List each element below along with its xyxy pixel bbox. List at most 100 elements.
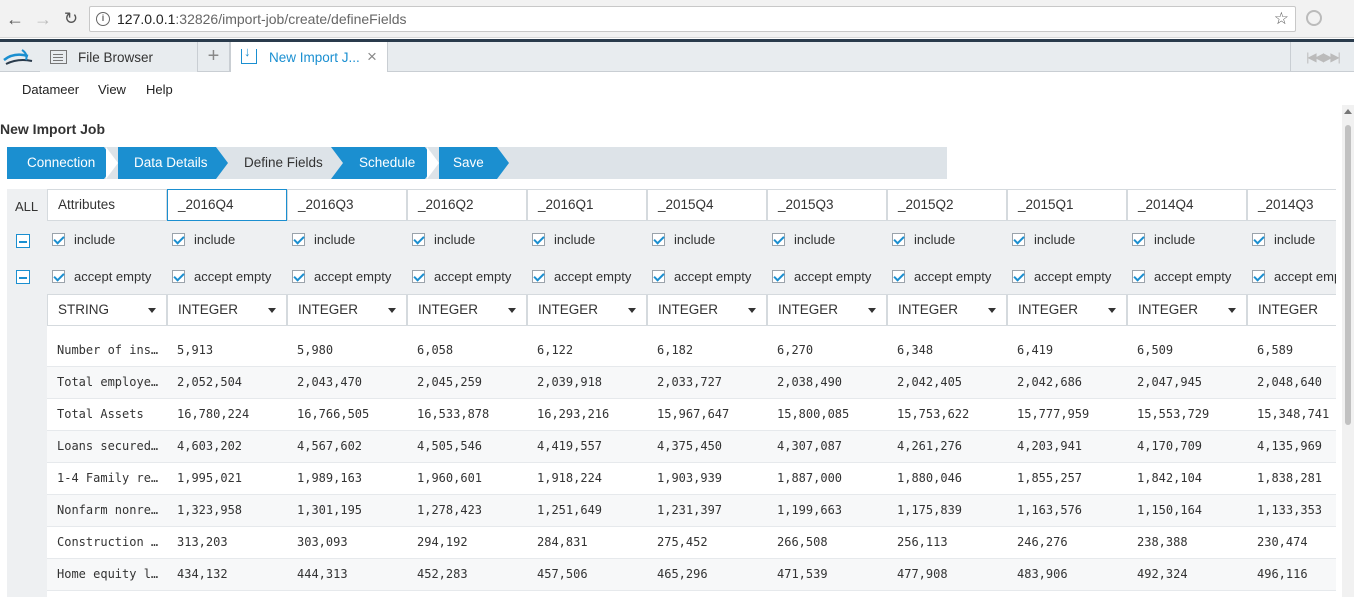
checkbox-checked-icon[interactable] [1132, 270, 1145, 283]
url-text[interactable]: 127.0.0.1:32826/import-job/create/define… [117, 11, 407, 27]
type-select[interactable]: INTEGER [767, 294, 887, 326]
accept-empty-checkbox[interactable]: accept empty [289, 262, 407, 292]
datameer-logo-icon[interactable] [2, 46, 36, 68]
checkbox-checked-icon[interactable] [892, 270, 905, 283]
type-select[interactable]: INTEGER [1247, 294, 1336, 326]
checkbox-checked-icon[interactable] [772, 270, 785, 283]
column-header[interactable]: _2015Q1 [1007, 189, 1127, 221]
chevron-down-icon[interactable] [1228, 308, 1236, 313]
accept-empty-checkbox[interactable]: accept empty [889, 262, 1007, 292]
include-checkbox[interactable]: include [889, 225, 1007, 255]
checkbox-checked-icon[interactable] [292, 233, 305, 246]
menu-datameer[interactable]: Datameer [22, 82, 79, 97]
checkbox-checked-icon[interactable] [172, 270, 185, 283]
accept-empty-checkbox[interactable]: accept empty [769, 262, 887, 292]
accept-empty-checkbox[interactable]: accept empty [1249, 262, 1336, 292]
include-checkbox[interactable]: include [169, 225, 287, 255]
chevron-down-icon[interactable] [1108, 308, 1116, 313]
type-select[interactable]: INTEGER [527, 294, 647, 326]
include-checkbox[interactable]: include [529, 225, 647, 255]
type-select[interactable]: INTEGER [1127, 294, 1247, 326]
reload-icon[interactable]: ↻ [60, 8, 82, 30]
step-save[interactable]: Save [439, 147, 497, 179]
chevron-down-icon[interactable] [388, 308, 396, 313]
bookmark-star-icon[interactable]: ☆ [1274, 9, 1289, 29]
vertical-scrollbar[interactable] [1342, 105, 1354, 597]
checkbox-checked-icon[interactable] [292, 270, 305, 283]
checkbox-checked-icon[interactable] [172, 233, 185, 246]
tab-new-import-job[interactable]: New Import J... × [230, 42, 388, 72]
info-icon[interactable]: i [96, 12, 110, 26]
scroll-up-icon[interactable] [1344, 109, 1352, 114]
include-checkbox[interactable]: include [49, 225, 167, 255]
menu-help[interactable]: Help [146, 82, 173, 97]
checkbox-checked-icon[interactable] [892, 233, 905, 246]
checkbox-checked-icon[interactable] [52, 270, 65, 283]
checkbox-checked-icon[interactable] [1252, 233, 1265, 246]
tab-file-browser[interactable]: File Browser [40, 42, 198, 72]
accept-empty-checkbox[interactable]: accept empty [409, 262, 527, 292]
chevron-down-icon[interactable] [628, 308, 636, 313]
type-select[interactable]: INTEGER [167, 294, 287, 326]
scroll-thumb[interactable] [1345, 125, 1351, 425]
column-header[interactable]: _2015Q2 [887, 189, 1007, 221]
type-select[interactable]: STRING [47, 294, 167, 326]
checkbox-checked-icon[interactable] [412, 270, 425, 283]
include-checkbox[interactable]: include [769, 225, 887, 255]
checkbox-checked-icon[interactable] [412, 233, 425, 246]
include-checkbox[interactable]: include [649, 225, 767, 255]
checkbox-checked-icon[interactable] [532, 233, 545, 246]
type-select[interactable]: INTEGER [887, 294, 1007, 326]
column-header[interactable]: _2016Q1 [527, 189, 647, 221]
accept-empty-checkbox[interactable]: accept empty [649, 262, 767, 292]
chevron-down-icon[interactable] [988, 308, 996, 313]
chevron-down-icon[interactable] [748, 308, 756, 313]
step-schedule[interactable]: Schedule [331, 147, 425, 179]
accept-empty-checkbox[interactable]: accept empty [49, 262, 167, 292]
type-select[interactable]: INTEGER [1007, 294, 1127, 326]
tab-scroll-arrows-icon[interactable]: |◀◀ ▶▶| [1290, 42, 1354, 72]
include-checkbox[interactable]: include [409, 225, 527, 255]
checkbox-checked-icon[interactable] [652, 233, 665, 246]
column-header[interactable]: _2016Q2 [407, 189, 527, 221]
type-select[interactable]: INTEGER [287, 294, 407, 326]
add-tab-button[interactable]: + [198, 42, 230, 72]
checkbox-checked-icon[interactable] [1252, 270, 1265, 283]
chevron-down-icon[interactable] [508, 308, 516, 313]
include-checkbox[interactable]: include [1249, 225, 1336, 255]
collapse-accept-empty-icon[interactable] [16, 270, 30, 284]
column-header[interactable]: _2014Q3 [1247, 189, 1336, 221]
forward-arrow-icon[interactable]: → [32, 8, 54, 30]
step-data-details[interactable]: Data Details [118, 147, 216, 179]
column-header[interactable]: _2014Q4 [1127, 189, 1247, 221]
chevron-down-icon[interactable] [868, 308, 876, 313]
include-checkbox[interactable]: include [1129, 225, 1247, 255]
checkbox-checked-icon[interactable] [532, 270, 545, 283]
extension-icon[interactable] [1306, 10, 1322, 26]
accept-empty-checkbox[interactable]: accept empty [1009, 262, 1127, 292]
checkbox-checked-icon[interactable] [772, 233, 785, 246]
accept-empty-checkbox[interactable]: accept empty [529, 262, 647, 292]
type-select[interactable]: INTEGER [407, 294, 527, 326]
column-header[interactable]: Attributes [47, 189, 167, 221]
chevron-down-icon[interactable] [268, 308, 276, 313]
include-checkbox[interactable]: include [1009, 225, 1127, 255]
collapse-include-icon[interactable] [16, 234, 30, 248]
column-header[interactable]: _2016Q3 [287, 189, 407, 221]
checkbox-checked-icon[interactable] [52, 233, 65, 246]
checkbox-checked-icon[interactable] [1012, 233, 1025, 246]
step-define-fields[interactable]: Define Fields [230, 147, 331, 179]
chevron-down-icon[interactable] [148, 308, 156, 313]
accept-empty-checkbox[interactable]: accept empty [1129, 262, 1247, 292]
address-bar[interactable]: i 127.0.0.1:32826/import-job/create/defi… [89, 6, 1296, 32]
checkbox-checked-icon[interactable] [1012, 270, 1025, 283]
all-label[interactable]: ALL [15, 199, 38, 214]
back-arrow-icon[interactable]: ← [4, 8, 26, 30]
column-header[interactable]: _2016Q4 [167, 189, 287, 221]
column-header[interactable]: _2015Q3 [767, 189, 887, 221]
accept-empty-checkbox[interactable]: accept empty [169, 262, 287, 292]
checkbox-checked-icon[interactable] [1132, 233, 1145, 246]
close-icon[interactable]: × [367, 47, 377, 67]
column-header[interactable]: _2015Q4 [647, 189, 767, 221]
menu-view[interactable]: View [98, 82, 126, 97]
